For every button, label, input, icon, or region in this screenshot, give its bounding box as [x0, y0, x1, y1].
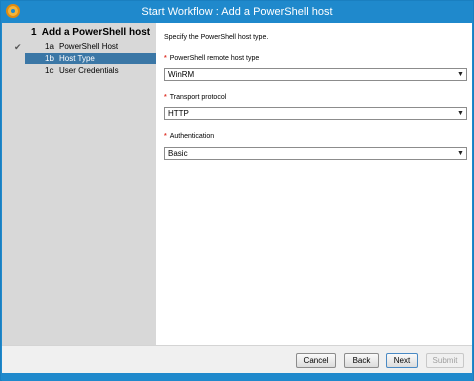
dialog-client-area: 1 Add a PowerShell host ✔ 1a PowerShell … [2, 23, 472, 373]
workflow-window: Start Workflow : Add a PowerShell host 1… [0, 0, 474, 381]
steps-sidebar: 1 Add a PowerShell host ✔ 1a PowerShell … [2, 23, 156, 345]
transport-protocol-label: * Transport protocol [164, 94, 227, 101]
host-type-value: WinRM [168, 70, 195, 79]
step-number: 1c [45, 66, 54, 75]
back-button[interactable]: Back [344, 353, 379, 368]
authentication-select[interactable]: Basic ▼ [164, 147, 467, 160]
required-marker: * [164, 94, 167, 101]
window-bottom-border [2, 373, 472, 381]
cancel-button[interactable]: Cancel [296, 353, 336, 368]
next-button[interactable]: Next [386, 353, 418, 368]
step-heading-label: Add a PowerShell host [41, 27, 151, 38]
step-heading: 1 Add a PowerShell host [31, 27, 150, 38]
step-heading-number: 1 [31, 27, 37, 38]
sidebar-item-host-type[interactable]: 1b Host Type [25, 53, 156, 64]
authentication-label: * Authentication [164, 133, 215, 140]
sidebar-item-powershell-host[interactable]: 1a PowerShell Host [25, 41, 156, 52]
host-type-label: * PowerShell remote host type [164, 55, 260, 62]
step-label: PowerShell Host [59, 42, 119, 51]
window-title: Start Workflow : Add a PowerShell host [141, 6, 333, 18]
dialog-footer: Cancel Back Next Submit [2, 345, 472, 373]
host-type-select[interactable]: WinRM ▼ [164, 68, 467, 81]
transport-protocol-select[interactable]: HTTP ▼ [164, 107, 467, 120]
authentication-value: Basic [168, 149, 188, 158]
transport-protocol-value: HTTP [168, 109, 189, 118]
sidebar-item-user-credentials[interactable]: 1c User Credentials [25, 65, 156, 76]
step-label: User Credentials [59, 66, 119, 75]
step-label: Host Type [59, 54, 95, 63]
step-number: 1b [45, 54, 54, 63]
dropdown-arrow-icon[interactable]: ▼ [456, 70, 465, 79]
dropdown-arrow-icon[interactable]: ▼ [456, 149, 465, 158]
checkmark-icon: ✔ [14, 42, 22, 52]
submit-button[interactable]: Submit [426, 353, 464, 368]
step-content: Specify the PowerShell host type. * Power… [156, 23, 472, 345]
title-bar: Start Workflow : Add a PowerShell host [1, 1, 473, 23]
step-instructions: Specify the PowerShell host type. [164, 34, 269, 41]
required-marker: * [164, 55, 167, 62]
dropdown-arrow-icon[interactable]: ▼ [456, 109, 465, 118]
step-number: 1a [45, 42, 54, 51]
required-marker: * [164, 133, 167, 140]
